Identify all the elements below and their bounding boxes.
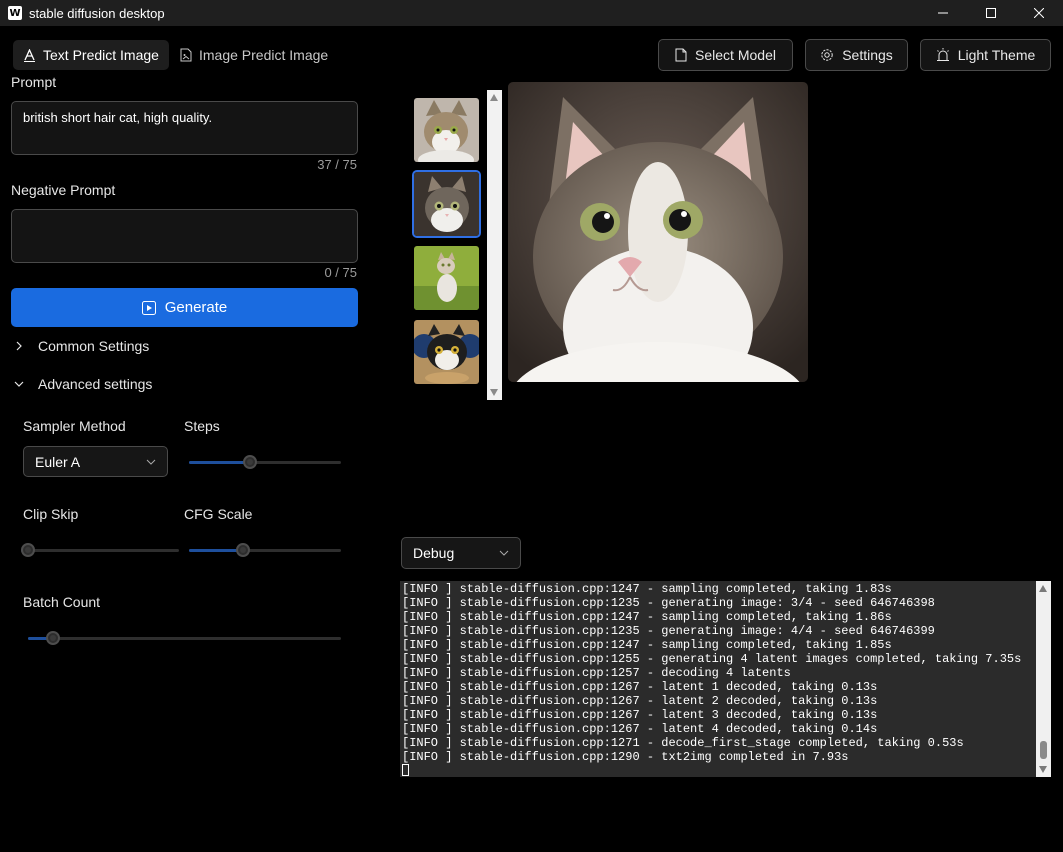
select-model-label: Select Model bbox=[695, 47, 776, 63]
text-icon bbox=[24, 48, 35, 62]
settings-button[interactable]: Settings bbox=[805, 39, 908, 71]
log-line: [INFO ] stable-diffusion.cpp:1235 - gene… bbox=[402, 624, 935, 638]
close-icon bbox=[1034, 8, 1044, 18]
tab-label: Image Predict Image bbox=[199, 47, 329, 63]
cfg-scale-label: CFG Scale bbox=[184, 506, 253, 522]
log-output[interactable]: [INFO ] stable-diffusion.cpp:1247 - samp… bbox=[400, 581, 1051, 777]
log-line: [INFO ] stable-diffusion.cpp:1257 - deco… bbox=[402, 666, 791, 680]
light-theme-button[interactable]: Light Theme bbox=[920, 39, 1051, 71]
log-line: [INFO ] stable-diffusion.cpp:1247 - samp… bbox=[402, 610, 892, 624]
sampler-method-select[interactable]: Euler A bbox=[23, 446, 168, 477]
log-line: [INFO ] stable-diffusion.cpp:1290 - txt2… bbox=[402, 750, 849, 764]
chevron-down-icon bbox=[146, 459, 156, 465]
light-theme-label: Light Theme bbox=[957, 47, 1036, 63]
tab-label: Text Predict Image bbox=[43, 47, 159, 63]
scroll-down-arrow-icon[interactable] bbox=[490, 389, 498, 396]
window-title: stable diffusion desktop bbox=[29, 5, 165, 21]
generate-button[interactable]: Generate bbox=[11, 288, 358, 327]
log-scrollbar[interactable] bbox=[1036, 581, 1051, 777]
tab-text-predict-image[interactable]: Text Predict Image bbox=[13, 40, 169, 70]
gallery-thumbnail[interactable] bbox=[412, 318, 481, 386]
title-bar: W stable diffusion desktop bbox=[0, 0, 1063, 26]
log-line: [INFO ] stable-diffusion.cpp:1267 - late… bbox=[402, 680, 878, 694]
generated-image-preview bbox=[508, 82, 808, 382]
maximize-icon bbox=[986, 8, 996, 18]
cat-image bbox=[508, 82, 808, 382]
log-line: [INFO ] stable-diffusion.cpp:1267 - late… bbox=[402, 708, 878, 722]
close-button[interactable] bbox=[1015, 0, 1063, 26]
log-line: [INFO ] stable-diffusion.cpp:1235 - gene… bbox=[402, 596, 935, 610]
batch-count-slider-thumb[interactable] bbox=[46, 631, 60, 645]
minimize-button[interactable] bbox=[919, 0, 967, 26]
minimize-icon bbox=[938, 12, 948, 14]
cat-image bbox=[414, 320, 479, 384]
select-model-button[interactable]: Select Model bbox=[658, 39, 793, 71]
log-level-select[interactable]: Debug bbox=[401, 537, 521, 569]
log-line: [INFO ] stable-diffusion.cpp:1247 - samp… bbox=[402, 582, 892, 596]
log-scrollbar-thumb[interactable] bbox=[1040, 741, 1047, 759]
negative-prompt-counter: 0 / 75 bbox=[324, 265, 357, 280]
gallery-thumbnail[interactable] bbox=[412, 244, 481, 312]
scroll-down-arrow-icon[interactable] bbox=[1039, 766, 1047, 773]
steps-slider-thumb[interactable] bbox=[243, 455, 257, 469]
cat-image bbox=[414, 98, 479, 162]
maximize-button[interactable] bbox=[967, 0, 1015, 26]
cat-image bbox=[414, 246, 479, 310]
clip-skip-label: Clip Skip bbox=[23, 506, 79, 522]
chevron-down-icon bbox=[14, 381, 24, 387]
cfg-scale-slider[interactable] bbox=[189, 543, 341, 557]
gallery-scrollbar[interactable] bbox=[487, 90, 502, 400]
document-image-icon bbox=[180, 48, 192, 62]
prompt-label: Prompt bbox=[11, 74, 57, 90]
settings-label: Settings bbox=[842, 47, 893, 63]
prompt-counter: 37 / 75 bbox=[317, 157, 357, 172]
gallery-thumbnail-selected[interactable] bbox=[412, 170, 481, 238]
cfg-scale-slider-thumb[interactable] bbox=[236, 543, 250, 557]
clip-skip-slider[interactable] bbox=[21, 543, 179, 557]
scroll-up-arrow-icon[interactable] bbox=[1039, 585, 1047, 592]
common-settings-toggle[interactable]: Common Settings bbox=[14, 335, 149, 357]
clip-skip-slider-thumb[interactable] bbox=[21, 543, 35, 557]
chevron-right-icon bbox=[16, 341, 22, 351]
common-settings-label: Common Settings bbox=[38, 338, 150, 354]
log-line: [INFO ] stable-diffusion.cpp:1247 - samp… bbox=[402, 638, 892, 652]
play-box-icon bbox=[141, 300, 156, 315]
log-level-value: Debug bbox=[413, 545, 455, 561]
negative-prompt-input[interactable] bbox=[11, 209, 358, 263]
log-line: [INFO ] stable-diffusion.cpp:1255 - gene… bbox=[402, 652, 1022, 666]
sampler-method-value: Euler A bbox=[35, 453, 81, 470]
gear-icon bbox=[821, 49, 833, 61]
cat-image bbox=[414, 172, 479, 236]
advanced-settings-label: Advanced settings bbox=[38, 376, 153, 392]
sampler-method-label: Sampler Method bbox=[23, 418, 126, 434]
gallery-thumbnail[interactable] bbox=[412, 96, 481, 164]
log-line: [INFO ] stable-diffusion.cpp:1267 - late… bbox=[402, 694, 878, 708]
prompt-input[interactable]: british short hair cat, high quality. bbox=[11, 101, 358, 155]
generate-label: Generate bbox=[164, 299, 228, 316]
steps-label: Steps bbox=[184, 418, 220, 434]
tab-image-predict-image[interactable]: Image Predict Image bbox=[170, 40, 338, 70]
text-cursor bbox=[402, 764, 409, 776]
batch-count-slider[interactable] bbox=[28, 631, 341, 645]
negative-prompt-label: Negative Prompt bbox=[11, 182, 116, 198]
image-gallery bbox=[412, 96, 482, 392]
app-logo-icon: W bbox=[8, 6, 22, 20]
file-icon bbox=[675, 48, 687, 62]
advanced-settings-toggle[interactable]: Advanced settings bbox=[14, 373, 152, 395]
chevron-down-icon bbox=[499, 550, 509, 556]
scroll-up-arrow-icon[interactable] bbox=[490, 94, 498, 101]
siren-icon bbox=[936, 48, 949, 61]
log-line: [INFO ] stable-diffusion.cpp:1267 - late… bbox=[402, 722, 878, 736]
steps-slider[interactable] bbox=[189, 455, 341, 469]
batch-count-label: Batch Count bbox=[23, 594, 101, 610]
log-line: [INFO ] stable-diffusion.cpp:1271 - deco… bbox=[402, 736, 964, 750]
